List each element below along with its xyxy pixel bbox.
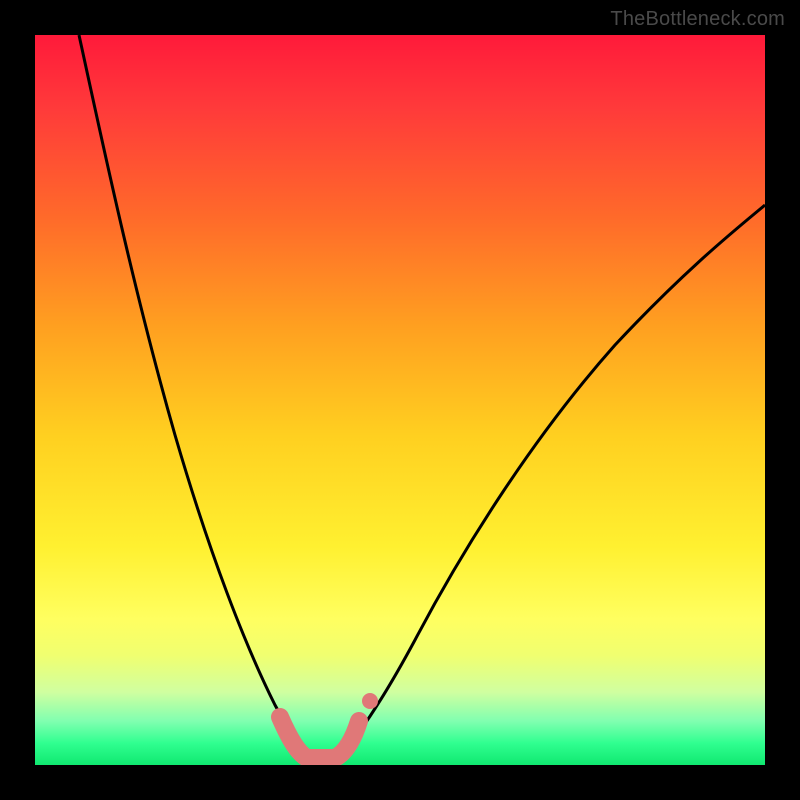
chart-frame: TheBottleneck.com <box>0 0 800 800</box>
right-curve <box>340 205 765 755</box>
chart-svg <box>35 35 765 765</box>
left-curve <box>79 35 313 755</box>
highlight-dot <box>362 693 378 709</box>
valley-highlight <box>280 717 359 758</box>
watermark-text: TheBottleneck.com <box>610 8 785 31</box>
